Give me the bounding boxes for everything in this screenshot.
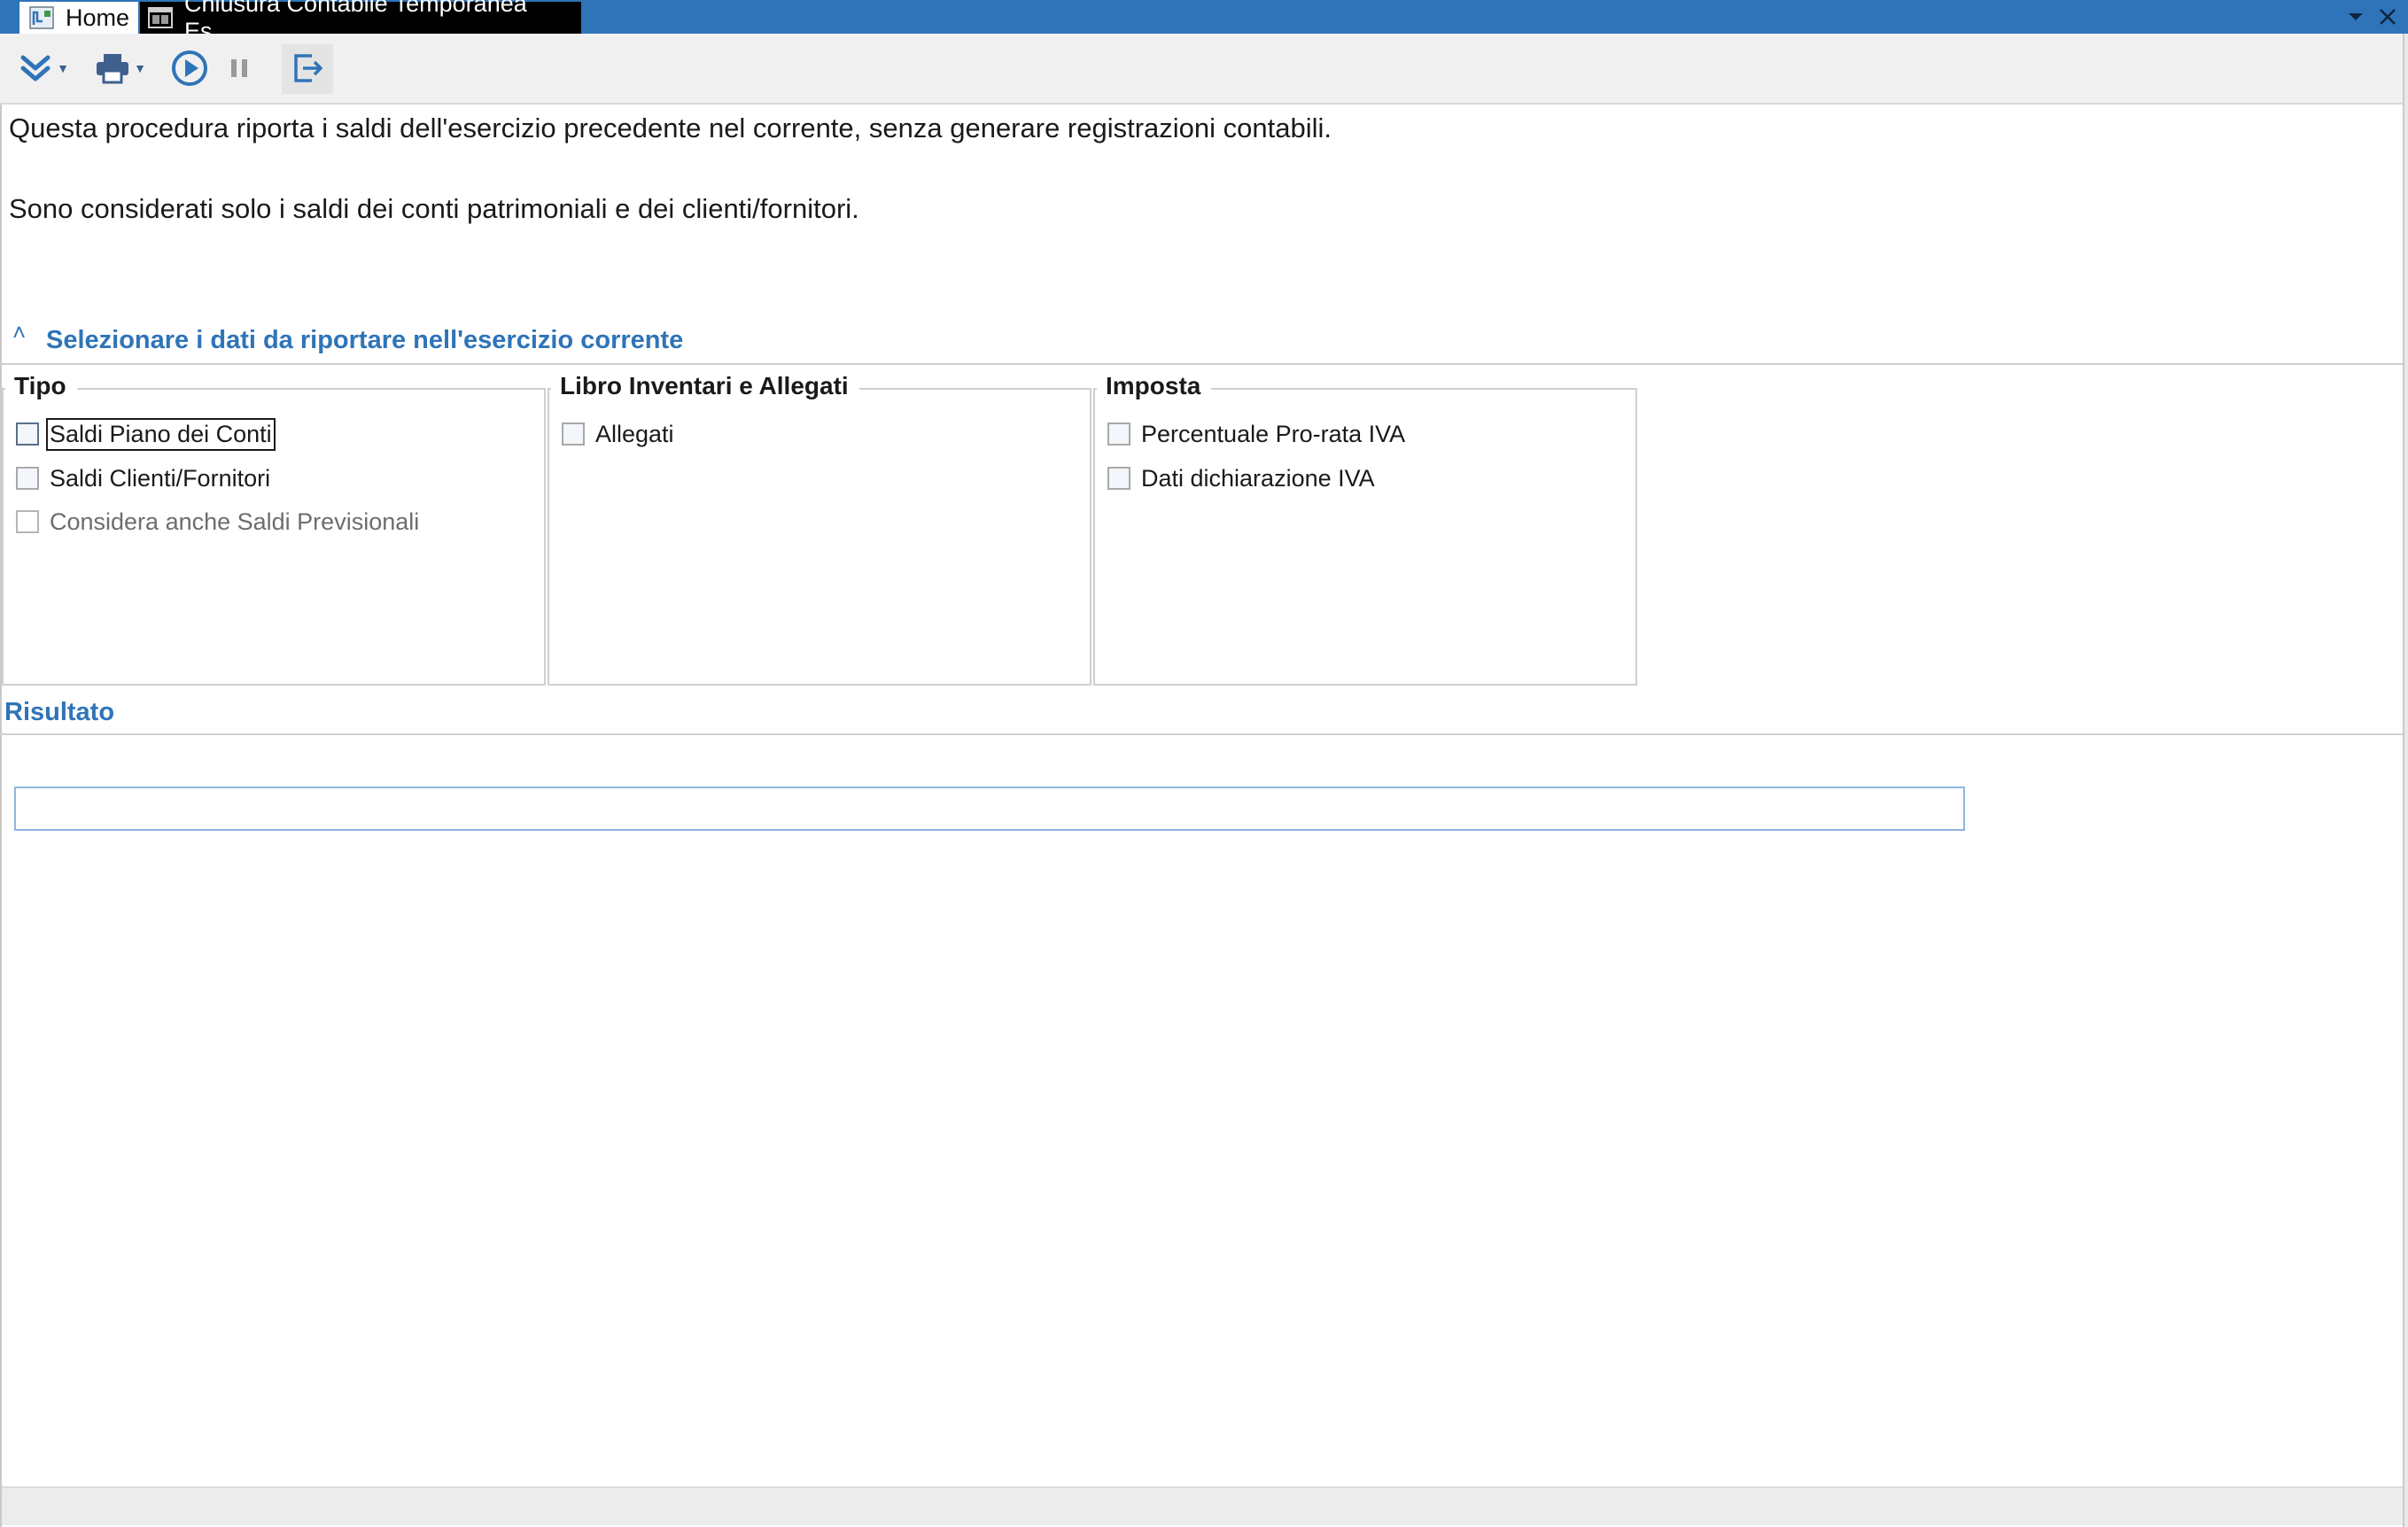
dropdown-caret-icon: ▼	[57, 61, 69, 75]
checkbox-label[interactable]: Saldi Clienti/Fornitori	[48, 464, 272, 493]
checkbox-label[interactable]: Percentuale Pro-rata IVA	[1139, 420, 1407, 449]
checkbox-box[interactable]	[16, 467, 39, 490]
chevron-down-icon	[2349, 13, 2363, 20]
checkbox-label[interactable]: Dati dichiarazione IVA	[1139, 464, 1377, 493]
checkbox-allegati[interactable]: Allegati	[562, 416, 676, 452]
checkbox-label: Considera anche Saldi Previsionali	[50, 508, 420, 535]
group-imposta-title: Imposta	[1097, 372, 1212, 400]
tab-chiusura-contabile[interactable]: Chiusura Contabile Temporanea Es...	[140, 0, 581, 44]
checkbox-saldi-previsionali: Considera anche Saldi Previsionali	[16, 504, 421, 539]
status-bar	[2, 1486, 2403, 1525]
result-field[interactable]	[14, 787, 1965, 831]
checkbox-label[interactable]: Allegati	[594, 420, 676, 449]
checkbox-label[interactable]: Saldi Piano dei Conti	[46, 417, 276, 451]
group-libro-inventari: Libro Inventari e Allegati Allegati	[548, 372, 1091, 686]
window-close-button[interactable]	[2374, 4, 2401, 30]
exit-button[interactable]	[284, 46, 331, 90]
checkbox-box[interactable]	[562, 422, 585, 446]
chevron-up-icon[interactable]: ˄	[12, 319, 26, 346]
section-title: Selezionare i dati da riportare nell'ese…	[46, 326, 684, 354]
checkbox-box	[16, 510, 39, 533]
checkbox-saldi-piano-conti[interactable]: Saldi Piano dei Conti	[16, 416, 276, 452]
window-menu-button[interactable]	[2342, 4, 2369, 30]
close-icon	[2380, 9, 2396, 25]
checkbox-dichiarazione-iva[interactable]: Dati dichiarazione IVA	[1107, 461, 1377, 496]
printer-icon	[97, 54, 129, 84]
checkbox-box[interactable]	[1107, 422, 1130, 446]
exit-icon	[294, 54, 322, 82]
group-tipo-title: Tipo	[5, 372, 77, 400]
checkbox-box[interactable]	[1107, 467, 1130, 490]
tab-home[interactable]: Home	[19, 2, 138, 34]
double-chevron-down-icon	[20, 55, 50, 81]
checkbox-pro-rata-iva[interactable]: Percentuale Pro-rata IVA	[1107, 416, 1407, 452]
toolbar: ▼ ▼	[0, 34, 2403, 105]
play-circle-icon	[172, 50, 207, 86]
tab-bar: Home Chiusura Contabile Temporanea Es...	[0, 0, 2408, 44]
group-libro-title: Libro Inventari e Allegati	[551, 372, 859, 400]
checkbox-box[interactable]	[16, 422, 39, 446]
result-header: Risultato	[0, 693, 2403, 735]
description-line-2: Sono considerati solo i saldi dei conti …	[9, 193, 859, 224]
print-button[interactable]: ▼	[89, 46, 152, 90]
expand-all-button[interactable]: ▼	[12, 46, 74, 90]
right-edge	[2403, 34, 2408, 1527]
group-imposta: Imposta Percentuale Pro-rata IVA Dati di…	[1093, 372, 1637, 686]
dropdown-caret-icon: ▼	[134, 61, 146, 75]
result-title: Risultato	[4, 698, 115, 726]
section-header[interactable]: ˄ Selezionare i dati da riportare nell'e…	[0, 315, 2403, 365]
run-button[interactable]	[167, 46, 213, 90]
procedure-window-icon	[148, 7, 173, 28]
home-app-icon	[29, 6, 54, 29]
tab-home-label: Home	[66, 4, 130, 31]
checkbox-saldi-clienti-fornitori[interactable]: Saldi Clienti/Fornitori	[16, 461, 272, 496]
pause-button[interactable]	[218, 46, 260, 90]
group-tipo: Tipo Saldi Piano dei Conti Saldi Clienti…	[2, 372, 546, 686]
pause-icon	[231, 59, 247, 77]
description-line-1: Questa procedura riporta i saldi dell'es…	[9, 112, 1332, 143]
